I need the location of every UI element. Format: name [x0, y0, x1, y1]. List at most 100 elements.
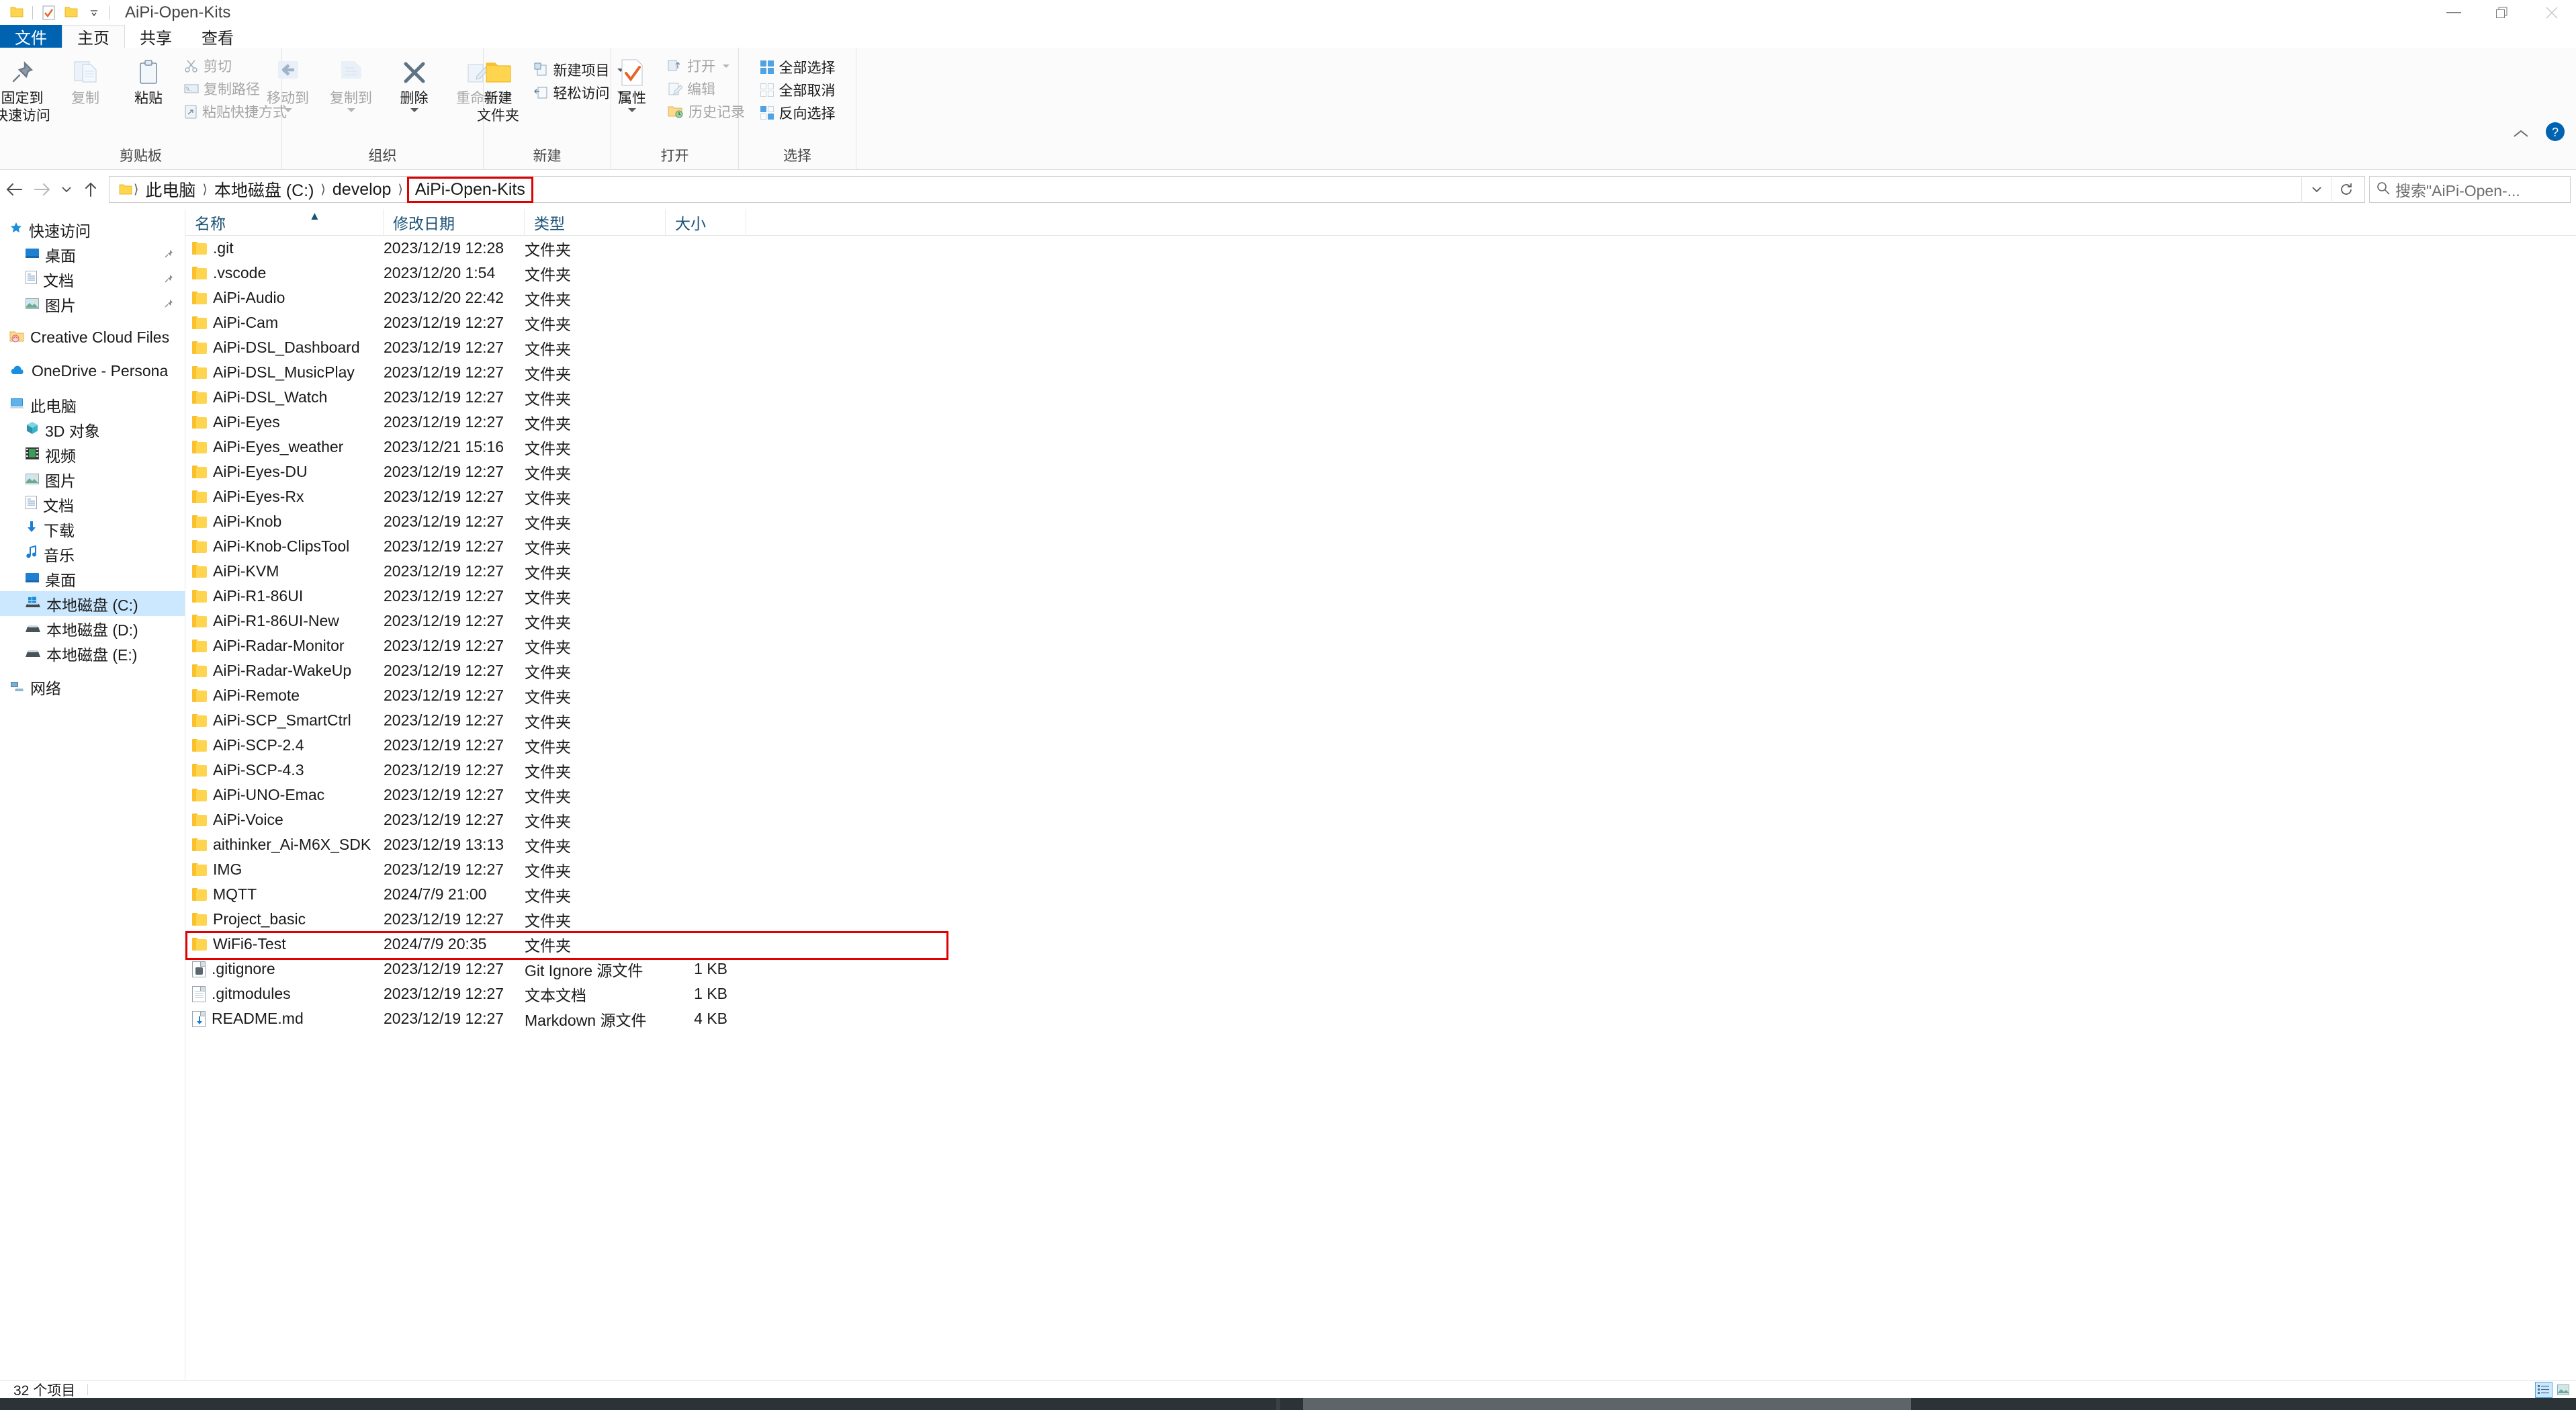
sidebar-item-pictures-qa[interactable]: 图片	[0, 292, 185, 316]
cell-name[interactable]: AiPi-Eyes-DU	[185, 463, 384, 481]
copy-to-caret-icon[interactable]	[347, 107, 355, 112]
table-row[interactable]: AiPi-SCP_SmartCtrl 2023/12/19 12:27 文件夹	[185, 708, 2576, 733]
tab-file[interactable]: 文件	[0, 25, 62, 48]
cell-name[interactable]: .gitmodules	[185, 985, 384, 1003]
qat-new-folder-icon[interactable]	[60, 1, 83, 24]
sidebar-item-desktop-qa[interactable]: 桌面	[0, 242, 185, 267]
table-row[interactable]: AiPi-DSL_MusicPlay 2023/12/19 12:27 文件夹	[185, 360, 2576, 385]
pin-icon[interactable]	[163, 270, 174, 288]
collapse-ribbon-button[interactable]	[2512, 124, 2530, 144]
table-row[interactable]: AiPi-DSL_Watch 2023/12/19 12:27 文件夹	[185, 385, 2576, 410]
sidebar-item-3d-objects[interactable]: 3D 对象	[0, 417, 185, 442]
table-row[interactable]: AiPi-Radar-WakeUp 2023/12/19 12:27 文件夹	[185, 658, 2576, 683]
cell-name[interactable]: .git	[185, 239, 384, 257]
cell-name[interactable]: AiPi-Audio	[185, 289, 384, 307]
table-row[interactable]: AiPi-Eyes 2023/12/19 12:27 文件夹	[185, 410, 2576, 435]
sidebar-item-onedrive[interactable]: OneDrive - Persona	[0, 359, 185, 384]
table-row[interactable]: AiPi-Eyes_weather 2023/12/21 15:16 文件夹	[185, 435, 2576, 459]
table-row[interactable]: AiPi-Knob-ClipsTool 2023/12/19 12:27 文件夹	[185, 534, 2576, 559]
details-view-button[interactable]	[2535, 1382, 2552, 1398]
table-row[interactable]: aithinker_Ai-M6X_SDK 2023/12/19 13:13 文件夹	[185, 832, 2576, 857]
table-row[interactable]: README.md 2023/12/19 12:27 Markdown 源文件 4 K…	[185, 1006, 2576, 1031]
column-header-type[interactable]: 类型	[525, 209, 666, 236]
new-folder-button[interactable]: 新建 文件夹	[468, 53, 529, 124]
sidebar-item-creative-cloud[interactable]: Creative Cloud Files	[0, 325, 185, 350]
qat-folder-icon[interactable]	[5, 1, 28, 24]
minimize-button[interactable]	[2429, 0, 2478, 25]
table-row[interactable]: AiPi-Knob 2023/12/19 12:27 文件夹	[185, 509, 2576, 534]
search-input[interactable]: 搜索"AiPi-Open-...	[2369, 176, 2571, 203]
restore-button[interactable]	[2478, 0, 2527, 25]
cell-name[interactable]: AiPi-DSL_Dashboard	[185, 339, 384, 357]
cell-name[interactable]: AiPi-Knob-ClipsTool	[185, 537, 384, 556]
cell-name[interactable]: AiPi-Radar-Monitor	[185, 637, 384, 655]
properties-caret-icon[interactable]	[628, 107, 636, 112]
table-row[interactable]: Project_basic 2023/12/19 12:27 文件夹	[185, 907, 2576, 932]
sidebar-item-documents-qa[interactable]: 文档	[0, 267, 185, 292]
sidebar-item-pictures[interactable]: 图片	[0, 467, 185, 492]
breadcrumb-item-2[interactable]: develop	[327, 180, 397, 200]
cell-name[interactable]: .vscode	[185, 264, 384, 282]
edit-button[interactable]: 编辑	[664, 77, 748, 100]
breadcrumb-item-0[interactable]: 此电脑	[140, 177, 201, 202]
cell-name[interactable]: AiPi-Cam	[185, 314, 384, 332]
cell-name[interactable]: aithinker_Ai-M6X_SDK	[185, 836, 384, 854]
cell-name[interactable]: WiFi6-Test	[185, 935, 384, 953]
cell-name[interactable]: AiPi-DSL_MusicPlay	[185, 363, 384, 382]
cell-name[interactable]: AiPi-SCP-4.3	[185, 761, 384, 779]
cell-name[interactable]: AiPi-KVM	[185, 562, 384, 580]
table-row[interactable]: AiPi-Audio 2023/12/20 22:42 文件夹	[185, 285, 2576, 310]
recent-locations-button[interactable]	[56, 170, 77, 209]
table-row[interactable]: AiPi-Remote 2023/12/19 12:27 文件夹	[185, 683, 2576, 708]
pin-icon[interactable]	[163, 245, 174, 263]
thumbnails-view-button[interactable]	[2555, 1382, 2572, 1398]
table-row[interactable]: .git 2023/12/19 12:28 文件夹	[185, 236, 2576, 261]
table-row[interactable]: AiPi-R1-86UI-New 2023/12/19 12:27 文件夹	[185, 609, 2576, 633]
sidebar-item-documents[interactable]: 文档	[0, 492, 185, 517]
sidebar-item-this-pc[interactable]: 此电脑	[0, 392, 185, 417]
qat-properties-icon[interactable]	[37, 1, 60, 24]
refresh-button[interactable]	[2331, 176, 2360, 203]
tab-home[interactable]: 主页	[62, 25, 125, 48]
table-row[interactable]: AiPi-UNO-Emac 2023/12/19 12:27 文件夹	[185, 783, 2576, 807]
cell-name[interactable]: README.md	[185, 1010, 384, 1028]
table-row[interactable]: AiPi-Voice 2023/12/19 12:27 文件夹	[185, 807, 2576, 832]
history-button[interactable]: 历史记录	[664, 100, 748, 123]
copy-to-button[interactable]: 复制到	[320, 53, 382, 112]
table-row[interactable]: AiPi-Radar-Monitor 2023/12/19 12:27 文件夹	[185, 633, 2576, 658]
sidebar-item-local-disk-d[interactable]: 本地磁盘 (D:)	[0, 616, 185, 641]
cell-name[interactable]: IMG	[185, 861, 384, 879]
sidebar-item-local-disk-e[interactable]: 本地磁盘 (E:)	[0, 641, 185, 666]
cell-name[interactable]: AiPi-UNO-Emac	[185, 786, 384, 804]
table-row[interactable]: .gitignore 2023/12/19 12:27 Git Ignore 源文件…	[185, 957, 2576, 981]
sidebar-item-videos[interactable]: 视频	[0, 442, 185, 467]
file-list-pane[interactable]: 名称 修改日期 类型 大小 ▲ .git 2023/12/19 12:28 文件夹.…	[185, 209, 2576, 1380]
cell-name[interactable]: AiPi-Eyes	[185, 413, 384, 431]
copy-button[interactable]: 复制	[54, 53, 116, 107]
cell-name[interactable]: MQTT	[185, 885, 384, 904]
delete-caret-icon[interactable]	[410, 107, 418, 112]
column-header-date[interactable]: 修改日期	[384, 209, 525, 236]
tab-share[interactable]: 共享	[125, 25, 187, 48]
qat-customize-dropdown-icon[interactable]	[83, 1, 105, 24]
tab-view[interactable]: 查看	[187, 25, 249, 48]
table-row[interactable]: .vscode 2023/12/20 1:54 文件夹	[185, 261, 2576, 285]
breadcrumb[interactable]: ⟩ 此电脑 ⟩ 本地磁盘 (C:) ⟩ develop ⟩ AiPi-Open-…	[109, 176, 2365, 203]
cell-name[interactable]: AiPi-SCP_SmartCtrl	[185, 711, 384, 730]
navigation-pane[interactable]: 快速访问 桌面 文档 图片 Creative Cloud Files OneDr…	[0, 209, 185, 1380]
up-button[interactable]	[77, 170, 105, 209]
forward-button[interactable]	[28, 170, 56, 209]
open-caret-icon[interactable]	[723, 64, 729, 68]
address-dropdown-button[interactable]	[2301, 176, 2331, 203]
table-row[interactable]: AiPi-R1-86UI 2023/12/19 12:27 文件夹	[185, 584, 2576, 609]
cell-name[interactable]: AiPi-Eyes_weather	[185, 438, 384, 456]
cell-name[interactable]: AiPi-R1-86UI	[185, 587, 384, 605]
table-row[interactable]: AiPi-Eyes-DU 2023/12/19 12:27 文件夹	[185, 459, 2576, 484]
column-header-name[interactable]: 名称	[185, 209, 384, 236]
pin-to-quick-access-button[interactable]: 固定到 快速访问	[0, 53, 53, 124]
table-row[interactable]: AiPi-Eyes-Rx 2023/12/19 12:27 文件夹	[185, 484, 2576, 509]
delete-button[interactable]: 删除	[384, 53, 445, 112]
column-header-size[interactable]: 大小	[666, 209, 746, 236]
sidebar-item-quick-access[interactable]: 快速访问	[0, 217, 185, 242]
cell-name[interactable]: AiPi-Knob	[185, 513, 384, 531]
